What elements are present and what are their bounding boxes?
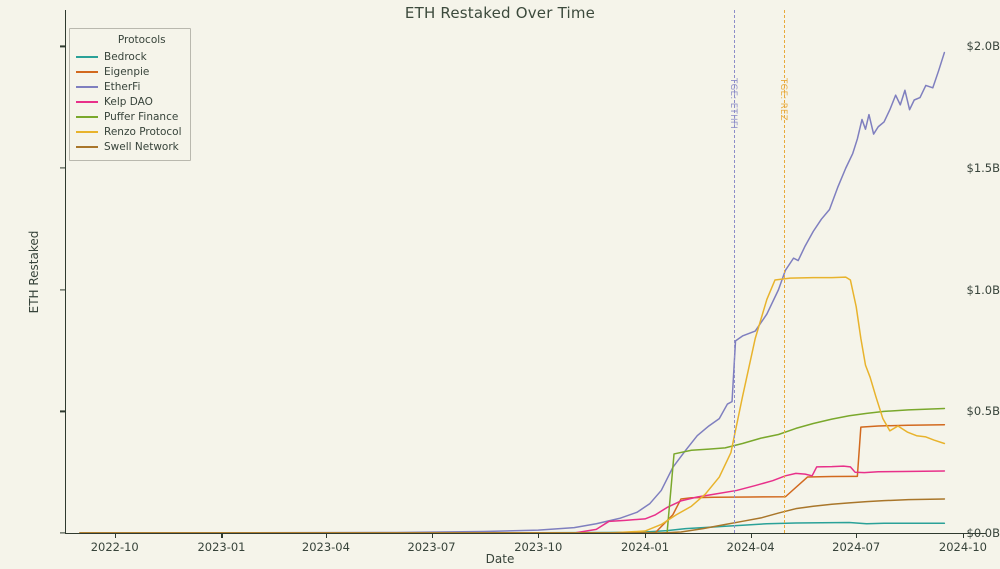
x-tick-mark [645, 533, 647, 538]
x-tick-mark [538, 533, 540, 538]
legend: Protocols Bedrock Eigenpie EtherFi Kelp DAO… [69, 28, 191, 161]
plot-area [66, 10, 985, 533]
legend-item[interactable]: Swell Network [76, 139, 182, 154]
series-line [79, 498, 946, 533]
legend-label: Swell Network [104, 140, 179, 153]
series-line [79, 424, 946, 533]
x-axis-title: Date [485, 552, 515, 566]
x-axis-line [65, 533, 986, 535]
x-tick-mark [221, 533, 223, 538]
legend-swatch [76, 130, 98, 133]
legend-swatch [76, 115, 98, 118]
y-tick-mark [60, 289, 65, 291]
y-tick-mark [60, 45, 65, 48]
series-line [79, 51, 946, 533]
legend-swatch [76, 145, 98, 148]
annotation-label: TGE: ETHFI [728, 78, 739, 130]
legend-item[interactable]: EtherFi [76, 79, 182, 94]
y-tick-mark [60, 532, 65, 534]
annotation-label: TGE: REZ [778, 78, 789, 122]
legend-label: EtherFi [104, 80, 141, 93]
legend-swatch [76, 85, 98, 88]
legend-swatch [76, 100, 98, 103]
x-tick-mark [431, 533, 433, 538]
legend-label: Renzo Protocol [104, 125, 182, 138]
y-axis-title-wrap: ETH Restaked [0, 0, 41, 543]
legend-label: Puffer Finance [104, 110, 179, 123]
x-tick-mark [114, 533, 116, 538]
chart-screenshot: ETH Restaked Over Time $0.0B $0.5B $1.0B $1… [0, 0, 1000, 569]
legend-swatch [76, 70, 98, 73]
legend-label: Eigenpie [104, 65, 150, 78]
legend-item[interactable]: Eigenpie [76, 64, 182, 79]
y-tick-mark [60, 167, 65, 169]
x-tick-mark [962, 533, 965, 538]
y-axis-title: ETH Restaked [27, 230, 41, 313]
x-tick-mark [325, 533, 328, 538]
series-line [79, 276, 946, 533]
legend-title: Protocols [117, 34, 166, 46]
series-canvas [79, 51, 946, 533]
legend-item[interactable]: Renzo Protocol [76, 124, 182, 139]
x-tick-mark [856, 533, 858, 538]
legend-item[interactable]: Kelp DAO [76, 94, 182, 109]
legend-label: Kelp DAO [104, 95, 153, 108]
y-tick-mark [60, 410, 65, 412]
x-tick-mark [750, 533, 752, 538]
legend-label: Bedrock [104, 50, 147, 63]
legend-rows: Bedrock Eigenpie EtherFi Kelp DAO Puffer Fin… [76, 49, 182, 154]
legend-swatch [76, 55, 98, 58]
legend-item[interactable]: Puffer Finance [76, 109, 182, 124]
legend-item[interactable]: Bedrock [76, 49, 182, 64]
